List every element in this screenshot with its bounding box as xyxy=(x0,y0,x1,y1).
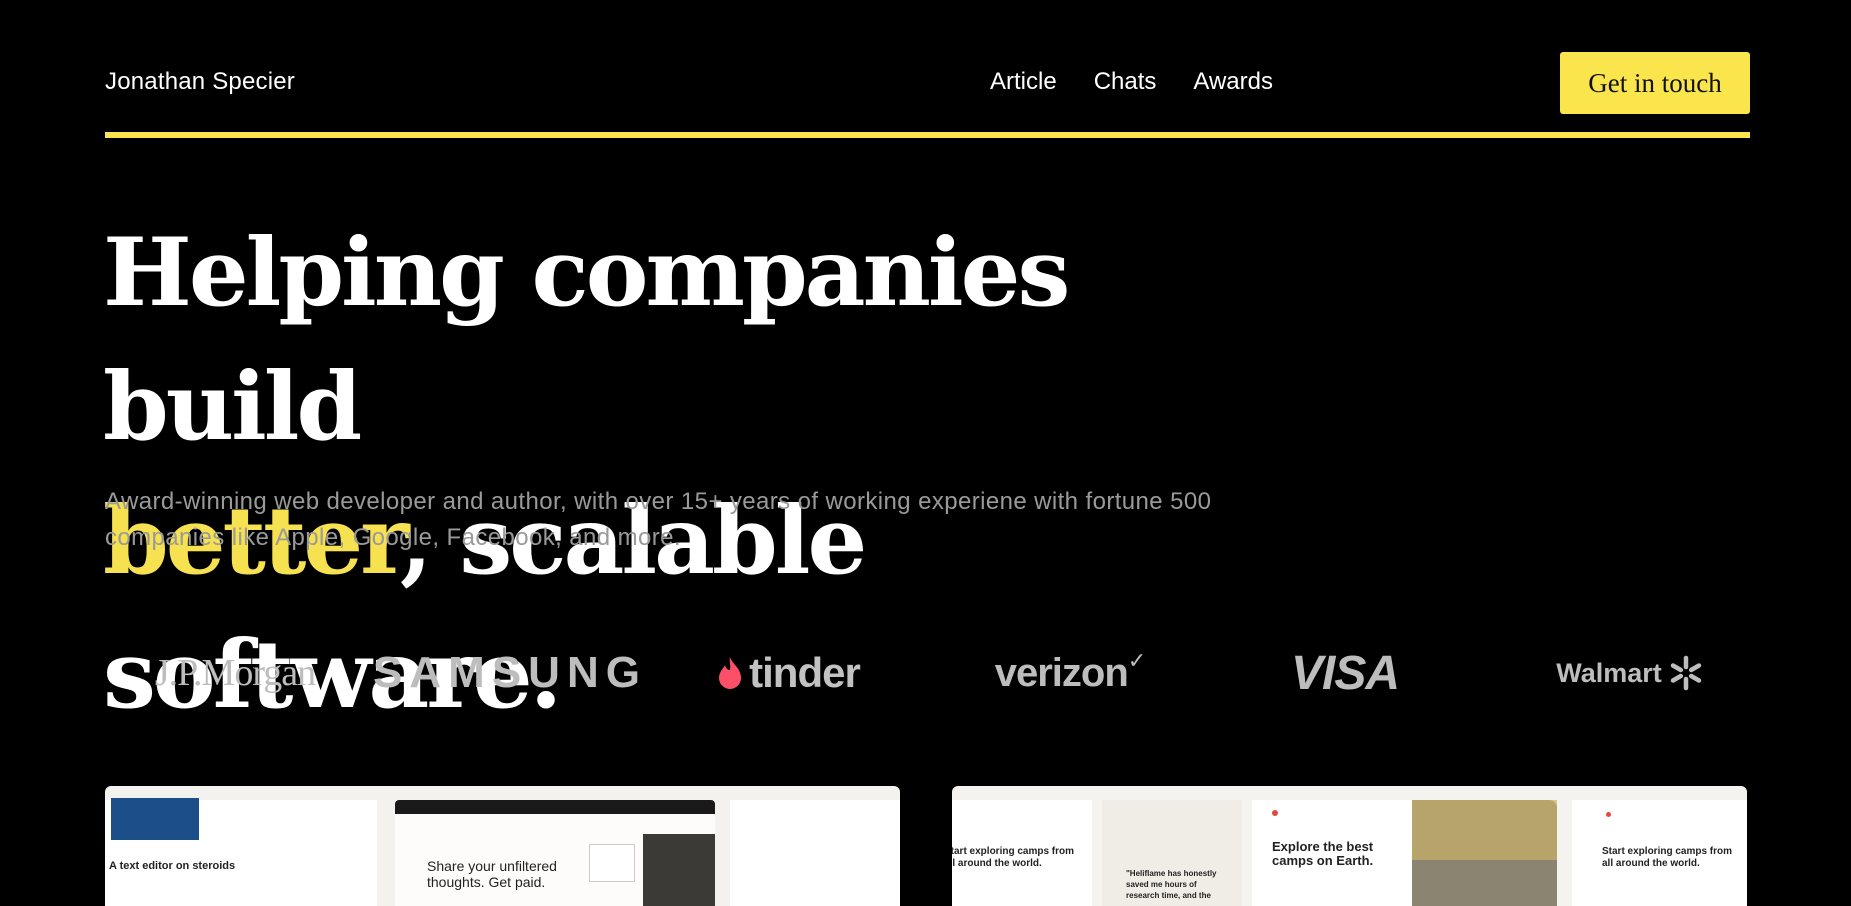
tinder-flame-icon xyxy=(719,657,742,689)
mockup-panel-d: Start exploring camps from all around th… xyxy=(1572,800,1747,906)
nav-awards[interactable]: Awards xyxy=(1193,68,1273,96)
project-showcase-two[interactable]: Start exploring camps from all around th… xyxy=(952,786,1747,906)
walmart-spark-icon xyxy=(1670,655,1702,691)
mockup-intro-right: Start exploring camps from all around th… xyxy=(1602,846,1733,869)
nav-chats[interactable]: Chats xyxy=(1094,68,1157,96)
mockup-card xyxy=(589,844,635,882)
mockup-intro-text: Start exploring camps from all around th… xyxy=(952,846,1075,869)
mockup-photo xyxy=(1412,800,1557,906)
mockup-panel-b: "Heliflame has honestly saved me hours o… xyxy=(1102,800,1242,906)
mockup-dot-icon xyxy=(1272,810,1278,816)
mockup-camps-headline: Explore the best camps on Earth. xyxy=(1272,839,1374,868)
nav-article[interactable]: Article xyxy=(990,68,1057,96)
walmart-wordmark: Walmart xyxy=(1556,657,1662,688)
mockup-panel-left: A text editor on steroids xyxy=(105,798,377,906)
brand-name[interactable]: Jonathan Specier xyxy=(105,68,295,96)
visa-wordmark: VISA xyxy=(1290,646,1400,700)
mockup-panel-center: Share your unfiltered thoughts. Get paid… xyxy=(395,800,715,906)
verizon-logo: verizon ✓ xyxy=(980,642,1160,704)
hero-title-line1: Helping companies build xyxy=(103,218,1070,462)
mockup-dot-icon-2 xyxy=(1606,812,1611,817)
tinder-logo: tinder xyxy=(705,642,870,704)
hero-subtitle: Award-winning web developer and author, … xyxy=(105,488,1212,551)
mockup-quote: "Heliflame has honestly saved me hours o… xyxy=(1126,869,1217,900)
jpmorgan-logo: J.P.Morgan xyxy=(145,642,325,704)
samsung-logo: SAMSUNG xyxy=(373,642,640,704)
mockup-browser-bar xyxy=(395,800,715,814)
mockup-panel-c: Explore the best camps on Earth. xyxy=(1252,800,1412,906)
client-logos: J.P.Morgan SAMSUNG tinder verizon ✓ VISA … xyxy=(105,642,1750,704)
mockup-blue-banner xyxy=(111,798,199,840)
get-in-touch-button[interactable]: Get in touch xyxy=(1560,52,1750,114)
mockup-image xyxy=(643,834,715,906)
tinder-wordmark: tinder xyxy=(749,649,861,696)
verizon-wordmark: verizon xyxy=(994,650,1129,695)
jpmorgan-wordmark: J.P.Morgan xyxy=(154,652,316,694)
mockup-side-text: A text editor on steroids xyxy=(109,860,236,872)
mockup-headline: Share your unfiltered thoughts. Get paid… xyxy=(427,858,557,890)
verizon-check-icon: ✓ xyxy=(1127,648,1146,673)
samsung-wordmark: SAMSUNG xyxy=(373,648,647,697)
site-header: Jonathan Specier Article Chats Awards Ge… xyxy=(105,52,1750,114)
main-nav: Article Chats Awards xyxy=(990,68,1273,96)
header-divider xyxy=(105,132,1750,138)
mockup-panel-right xyxy=(730,800,900,906)
visa-logo: VISA xyxy=(1280,642,1410,704)
project-showcase-one[interactable]: A text editor on steroids Share your unf… xyxy=(105,786,900,906)
walmart-logo: Walmart xyxy=(1545,642,1715,704)
mockup-photo-foliage xyxy=(1412,800,1557,860)
mockup-panel-a: Start exploring camps from all around th… xyxy=(952,800,1092,906)
